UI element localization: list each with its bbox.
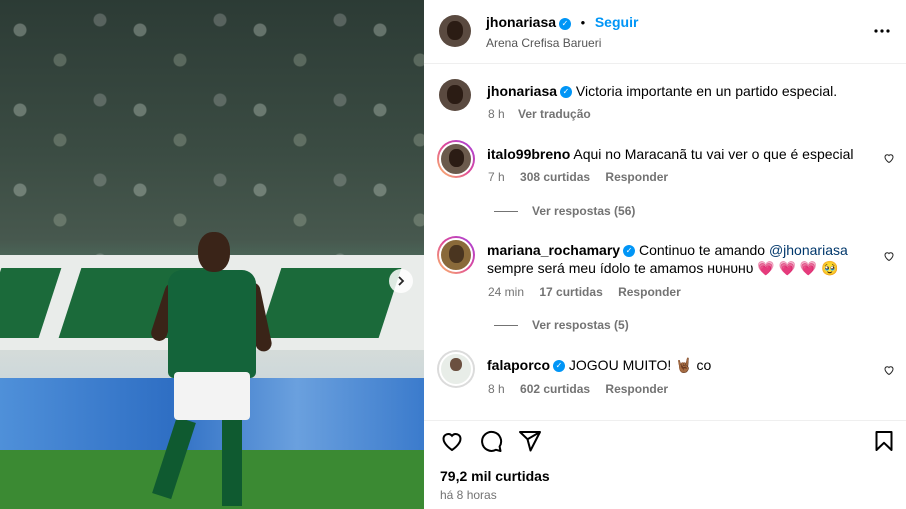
next-photo-button[interactable] [389, 269, 413, 293]
story-ring[interactable] [437, 350, 475, 388]
comment-meta: 7 h 308 curtidas Responder [488, 170, 668, 184]
heart-icon[interactable] [883, 364, 895, 376]
comment-2-line2: sempre será meu ídolo te amamos ʜᴜʜᴜʜᴜ 💗… [487, 259, 839, 277]
divider-line [494, 325, 518, 327]
view-replies-button[interactable]: Ver respostas (56) [494, 204, 635, 218]
story-ring[interactable] [437, 140, 475, 178]
avatar [439, 238, 473, 272]
story-ring[interactable] [437, 236, 475, 274]
comment-username[interactable]: mariana_rochamary [487, 242, 620, 258]
author-username[interactable]: jhonariasa [486, 14, 556, 30]
separator-dot: • [580, 15, 586, 30]
verified-icon: ✓ [623, 245, 636, 258]
post-header: jhonariasa ✓ • Seguir Arena Crefisa Barue… [424, 0, 906, 64]
view-replies-label: Ver respostas (5) [532, 318, 629, 332]
follow-button[interactable]: Seguir [595, 14, 639, 30]
view-replies-button[interactable]: Ver respostas (5) [494, 318, 629, 332]
comment-time[interactable]: 8 h [488, 382, 505, 396]
caption-meta: 8 h Ver tradução [488, 107, 591, 121]
heart-icon[interactable] [883, 152, 895, 164]
avatar[interactable] [439, 15, 471, 47]
share-icon[interactable] [518, 429, 542, 453]
comment-time[interactable]: 7 h [488, 170, 505, 184]
location-link[interactable]: Arena Crefisa Barueri [486, 36, 601, 50]
verified-icon: ✓ [559, 17, 572, 30]
comment-2: mariana_rochamary ✓ Continuo te amando @j… [487, 241, 848, 259]
verified-icon: ✓ [560, 86, 573, 99]
author-row: jhonariasa ✓ • Seguir [486, 14, 638, 30]
reply-button[interactable]: Responder [605, 382, 668, 396]
post-details-panel: jhonariasa ✓ • Seguir Arena Crefisa Barue… [424, 0, 906, 509]
comment-3: falaporco ✓ JOGOU MUITO! 🤘🏾 co [487, 356, 711, 374]
chevron-right-icon [398, 276, 405, 286]
comment-text: sempre será meu ídolo te amamos ʜᴜʜᴜʜᴜ [487, 260, 754, 276]
comment-username[interactable]: falaporco [487, 357, 550, 373]
avatar[interactable] [439, 79, 471, 111]
crowd-background [0, 0, 424, 255]
comment-likes[interactable]: 602 curtidas [520, 382, 590, 396]
mention-link[interactable]: @jhonariasa [769, 242, 848, 258]
emoji-row: 💗 💗 💗 🥹 [757, 260, 839, 276]
avatar [439, 352, 473, 386]
heart-icon[interactable] [440, 429, 464, 453]
comment-meta: 24 min 17 curtidas Responder [488, 285, 681, 299]
verified-icon: ✓ [553, 360, 566, 373]
divider-line [494, 211, 518, 213]
caption-text: Victoria importante en un partido especi… [575, 83, 838, 99]
comment-likes[interactable]: 17 curtidas [539, 285, 602, 299]
reply-button[interactable]: Responder [618, 285, 681, 299]
banner-letter-shape [258, 268, 402, 338]
player-figure [149, 222, 275, 509]
more-options-icon [874, 29, 890, 33]
bookmark-icon[interactable] [872, 429, 896, 453]
post-photo[interactable] [0, 0, 424, 509]
comment-text: Aqui no Maracanã tu vai ver o que é espe… [573, 146, 854, 162]
avatar [439, 142, 473, 176]
comment-text: Continuo te amando [638, 242, 766, 258]
view-replies-label: Ver respostas (56) [532, 204, 636, 218]
action-bar: 79,2 mil curtidas há 8 horas [424, 420, 906, 509]
caption: jhonariasa ✓ Victoria importante en un pa… [487, 82, 837, 100]
caption-username[interactable]: jhonariasa [487, 83, 557, 99]
comment-1: italo99breno Aqui no Maracanã tu vai ver… [487, 145, 854, 163]
comment-likes[interactable]: 308 curtidas [520, 170, 590, 184]
post-timestamp[interactable]: há 8 horas [440, 488, 497, 502]
likes-count[interactable]: 79,2 mil curtidas [440, 468, 550, 484]
more-options-button[interactable] [873, 22, 891, 37]
comment-username[interactable]: italo99breno [487, 146, 570, 162]
comment-icon[interactable] [479, 429, 503, 453]
translate-link[interactable]: Ver tradução [518, 107, 591, 121]
comment-meta: 8 h 602 curtidas Responder [488, 382, 668, 396]
heart-icon[interactable] [883, 250, 895, 262]
comment-time[interactable]: 24 min [488, 285, 524, 299]
reply-button[interactable]: Responder [605, 170, 668, 184]
comment-text: JOGOU MUITO! 🤘🏾 co [568, 357, 712, 373]
caption-time[interactable]: 8 h [488, 107, 505, 121]
